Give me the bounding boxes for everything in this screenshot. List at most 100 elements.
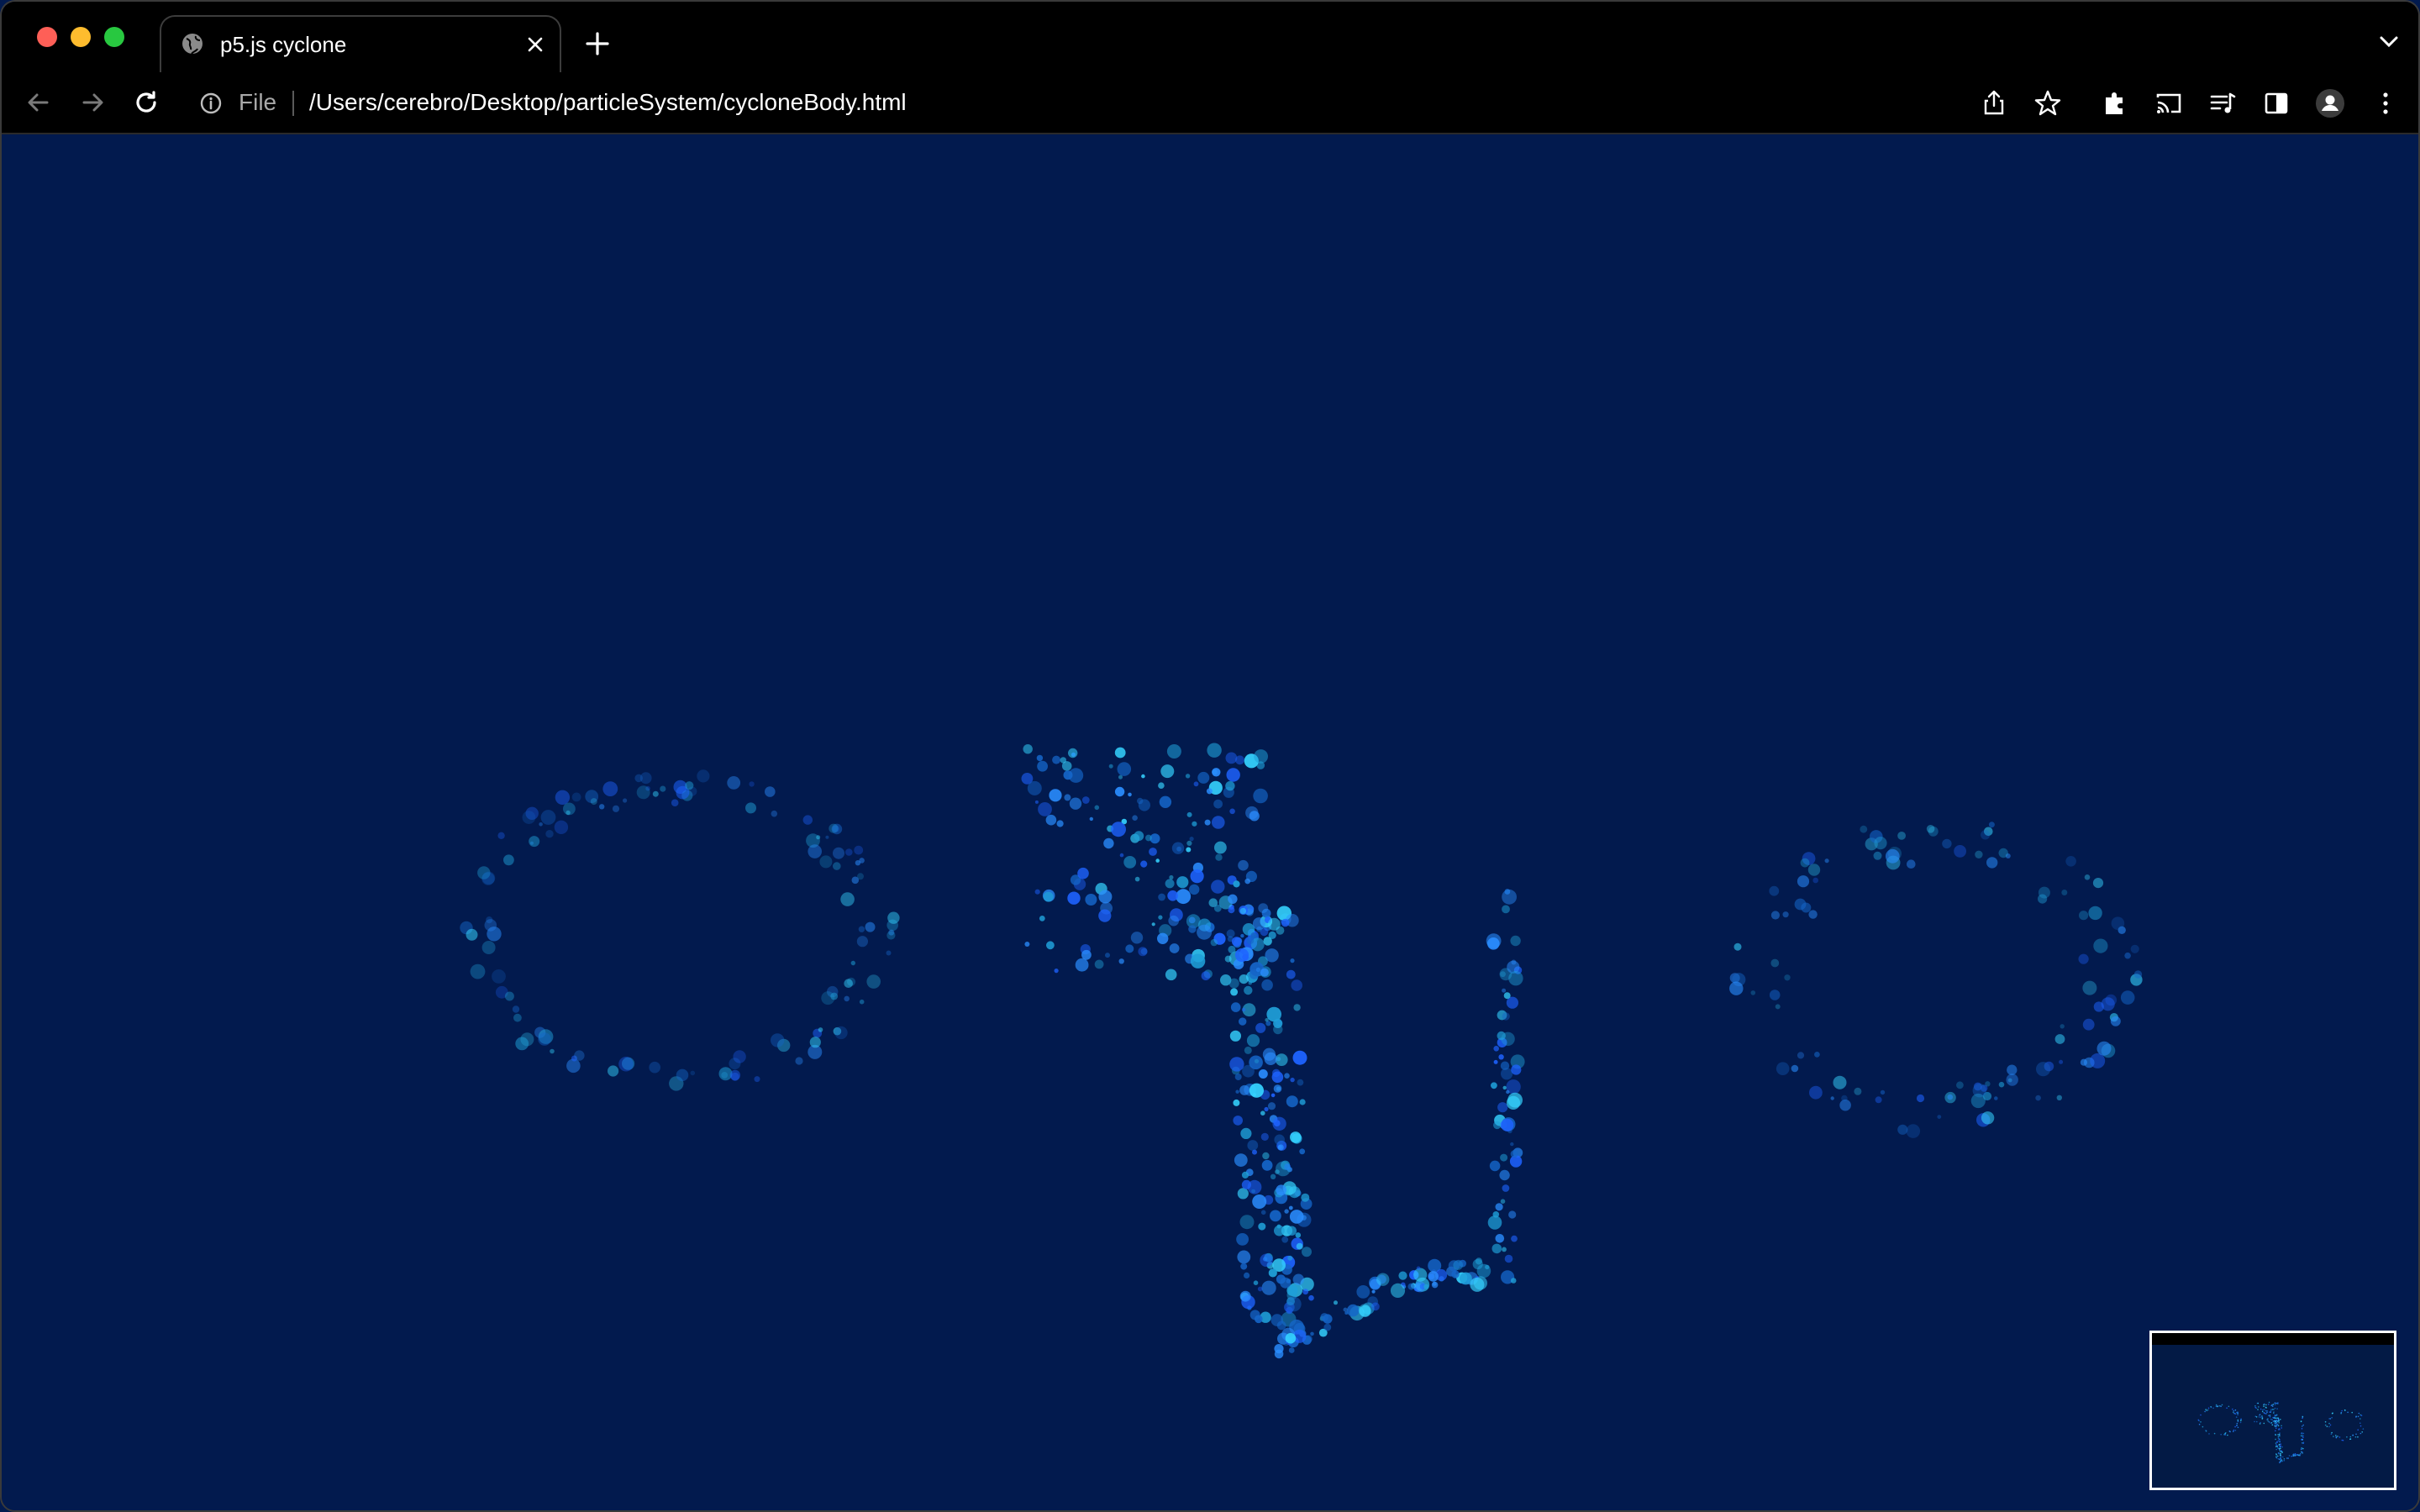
thumbnail-particle [2274,1417,2276,1420]
particle [1098,890,1113,904]
thumbnail-particle [2324,1420,2327,1423]
close-window-button[interactable] [37,27,57,47]
particle [1797,1052,1805,1059]
particle [1499,1169,1510,1181]
thumbnail-particle [2275,1417,2277,1420]
thumbnail-particle [2278,1444,2281,1446]
particle [1286,1226,1297,1236]
particle [1954,845,1967,858]
star-icon[interactable] [2032,87,2064,119]
thumbnail-particle [2234,1430,2237,1431]
thumbnail-particle [2265,1404,2267,1406]
tab-bar: p5.js cyclone [2,2,2418,74]
particle [1808,910,1818,919]
thumbnail-particle [2212,1407,2214,1410]
particle [1244,878,1250,885]
particle [818,1027,823,1032]
particle [1046,941,1055,950]
particle [1158,915,1163,920]
thumbnail-particle [2280,1454,2281,1457]
particle [1874,837,1887,850]
particle [1507,1092,1523,1108]
close-tab-icon[interactable] [523,32,548,57]
particle [1510,1278,1517,1284]
particle [1500,1199,1506,1204]
thumbnail-particle [2240,1418,2242,1420]
particle [1234,1153,1248,1167]
media-icon[interactable] [2207,87,2238,119]
thumbnail-particle [2281,1446,2283,1448]
particle [2060,1024,2065,1029]
particle [1493,1059,1498,1064]
particle [1288,1205,1293,1210]
profile-icon[interactable] [2314,87,2346,119]
particle [1356,1285,1370,1299]
particle [1502,1012,1510,1021]
particle [1211,879,1225,894]
cast-icon[interactable] [2153,87,2185,119]
thumbnail-particle [2360,1425,2362,1427]
thumbnail-particle [2338,1436,2341,1438]
particle [1228,945,1236,953]
particle [1023,744,1033,754]
particle [771,810,778,817]
particle [1132,815,1138,821]
thumbnail-particle [2266,1419,2268,1420]
side-panel-icon[interactable] [2260,87,2292,119]
particle [745,802,756,814]
particle [590,798,597,806]
thumbnail-particle [2294,1452,2296,1455]
thumbnail-particle [2279,1458,2281,1460]
thumbnail-particle [2236,1425,2238,1426]
particle [513,1013,522,1022]
share-icon[interactable] [1978,87,2010,119]
particle [1189,837,1194,842]
particle [1098,909,1112,922]
info-icon[interactable] [198,91,224,116]
particle [1261,1280,1276,1295]
thumbnail-particle [2280,1443,2282,1445]
particle [1105,953,1110,958]
thumbnail-particle [2341,1410,2343,1412]
particle [733,1050,746,1063]
particle [1502,988,1507,993]
p5-canvas[interactable] [2,134,2418,1510]
back-arrow-icon[interactable] [22,86,55,119]
minimize-window-button[interactable] [71,27,91,47]
particle [1251,1189,1255,1194]
particle [1197,771,1210,784]
particle [1334,1300,1338,1305]
thumbnail-particle [2279,1440,2281,1442]
reload-icon[interactable] [129,86,163,119]
particle [1267,917,1281,931]
particle [466,928,478,941]
thumbnail-particle [2277,1440,2280,1442]
particle [1212,768,1221,777]
particle [1038,802,1052,816]
thumbnail-particle [2270,1404,2272,1407]
particle [844,995,850,1002]
particle [1916,1094,1925,1103]
thumbnail-particle [2292,1453,2295,1455]
particle [1253,788,1268,804]
tab-active[interactable]: p5.js cyclone [160,15,561,74]
thumbnail-particle [2279,1435,2281,1437]
thumbnail-particle [2237,1419,2239,1421]
screenshot-thumbnail[interactable] [2149,1331,2396,1490]
thumbnail-particle [2275,1430,2276,1432]
menu-icon[interactable] [2370,87,2402,119]
maximize-window-button[interactable] [104,27,124,47]
particle [1052,755,1061,764]
chevron-down-icon[interactable] [2378,34,2400,50]
forward-arrow-icon[interactable] [76,86,109,119]
particle [1260,1110,1265,1116]
address-bar[interactable]: /Users/cerebro/Desktop/particleSystem/cy… [309,89,907,116]
particle [1212,816,1225,829]
thumbnail-particle [2237,1426,2239,1429]
extensions-icon[interactable] [2099,87,2131,119]
thumbnail-particle [2358,1412,2360,1415]
particle [1770,958,1780,968]
particle [1252,1194,1267,1209]
particle [2059,1059,2064,1064]
new-tab-icon[interactable] [583,29,612,58]
